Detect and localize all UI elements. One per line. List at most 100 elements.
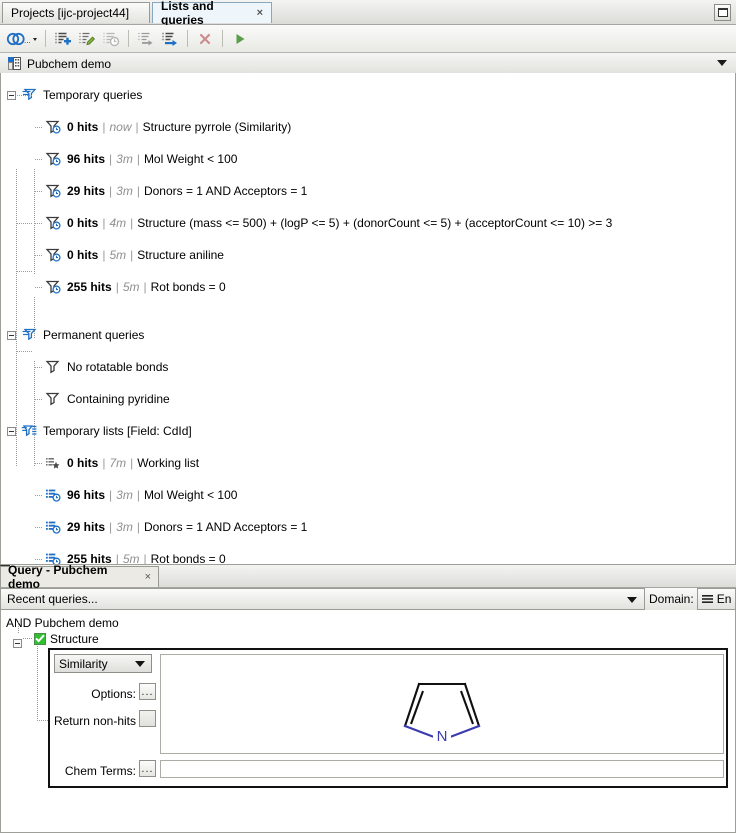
tree-item-age: now (109, 120, 131, 134)
tree-group-temporary-queries[interactable]: Temporary queries (1, 87, 735, 103)
tree-item-separator: | (102, 248, 105, 262)
tree-item-separator: | (109, 184, 112, 198)
minimize-window-button[interactable] (714, 4, 731, 21)
chevron-down-icon[interactable] (717, 60, 727, 66)
tree-item-list[interactable]: 29 hits | 3m | Donors = 1 AND Acceptors … (1, 519, 735, 535)
close-icon[interactable]: × (145, 571, 151, 583)
tree-item-query[interactable]: 255 hits | 5m | Rot bonds = 0 (1, 279, 735, 295)
tree-item-separator: | (102, 216, 105, 230)
collapse-expander-icon[interactable] (7, 427, 16, 436)
structure-node-checkbox[interactable] (34, 632, 46, 646)
tree-item-separator: | (144, 552, 147, 565)
query-builder-body[interactable]: AND Pubchem demo Structure Simil (0, 610, 736, 833)
structure-sketch-pane[interactable]: N (160, 654, 724, 754)
tree-item-query[interactable]: 29 hits | 3m | Donors = 1 AND Acceptors … (1, 183, 735, 199)
run-query-button[interactable] (229, 28, 251, 49)
query-top-bar: Recent queries... Domain: En (0, 588, 736, 611)
tab-lists-and-queries-label: Lists and queries (161, 0, 250, 27)
list-clock-icon (45, 488, 61, 502)
recent-queries-value: Recent queries... (7, 592, 98, 606)
tree-elbow (35, 559, 43, 560)
chem-terms-button[interactable]: ... (139, 760, 156, 777)
tree-item-separator: | (116, 280, 119, 294)
tree-elbow (35, 463, 43, 464)
tree-item-hits: 0 hits (67, 456, 98, 470)
tree-item-label: Rot bonds = 0 (151, 552, 226, 565)
working-list-star-icon (45, 456, 61, 470)
list-edit-icon (78, 31, 96, 47)
tree-item-separator: | (130, 248, 133, 262)
tree-item-query[interactable]: 96 hits | 3m | Mol Weight < 100 (1, 151, 735, 167)
domain-value: En (717, 592, 732, 606)
tree-item-label: Working list (137, 456, 199, 470)
tree-group-temporary-lists[interactable]: Temporary lists [Field: CdId] (1, 423, 735, 439)
new-query-button[interactable] (52, 28, 74, 49)
query-node-expander[interactable] (13, 633, 22, 648)
tree-elbow (35, 495, 43, 496)
tree-elbow (35, 399, 43, 400)
close-icon[interactable]: × (257, 8, 263, 19)
tree-guide (16, 169, 17, 466)
tree-elbow (35, 223, 43, 224)
query-clock-icon (45, 184, 61, 198)
tree-elbow (17, 351, 33, 352)
tree-item-separator: | (130, 456, 133, 470)
hamburger-icon (702, 594, 713, 604)
structure-query-panel: Similarity Options: ... Return non-hits … (48, 648, 728, 788)
delete-button[interactable] (194, 28, 216, 49)
tab-query-pubchem-demo[interactable]: Query - Pubchem demo × (0, 566, 159, 587)
chem-terms-input[interactable] (160, 760, 724, 778)
query-history-button[interactable] (100, 28, 122, 49)
tree-item-query[interactable]: Containing pyridine (1, 391, 735, 407)
return-non-hits-checkbox[interactable] (139, 710, 156, 727)
tree-elbow (17, 95, 33, 96)
tab-projects-label: Projects [ijc-project44] (11, 6, 129, 20)
tree-item-label: Mol Weight < 100 (144, 152, 238, 166)
import-list-button[interactable] (135, 28, 157, 49)
tree-elbow (35, 367, 43, 368)
nitrogen-atom-label: N (437, 728, 448, 745)
structure-node-label: Structure (50, 632, 99, 646)
tree-item-age: 3m (116, 520, 133, 534)
queries-folder-icon (21, 328, 37, 342)
edit-query-button[interactable] (76, 28, 98, 49)
search-type-value: Similarity (59, 657, 108, 671)
tab-lists-and-queries[interactable]: Lists and queries × (152, 2, 272, 23)
tab-projects[interactable]: Projects [ijc-project44] (2, 2, 150, 23)
tree-item-query[interactable]: 0 hits | now | Structure pyrrole (Simila… (1, 119, 735, 135)
tree-item-separator: | (130, 216, 133, 230)
tree-item-separator: | (137, 184, 140, 198)
recent-queries-dropdown[interactable]: Recent queries... (0, 588, 645, 610)
tree-item-list[interactable]: 0 hits | 7m | Working list (1, 455, 735, 471)
options-button[interactable]: ... (139, 683, 156, 700)
collapse-expander-icon[interactable] (7, 331, 16, 340)
lists-and-queries-tree[interactable]: Temporary queries 0 hits | now | (0, 73, 736, 565)
tree-item-separator: | (109, 488, 112, 502)
collapse-expander-icon[interactable] (7, 91, 16, 100)
tree-item-separator: | (102, 456, 105, 470)
domain-dropdown[interactable]: En (697, 588, 736, 610)
tree-item-query[interactable]: No rotatable bonds (1, 359, 735, 375)
query-window: Query - Pubchem demo × Recent queries...… (0, 565, 736, 833)
query-clock-icon (45, 120, 61, 134)
project-header-bar[interactable]: Pubchem demo (0, 53, 736, 75)
tree-group-permanent-queries[interactable]: Permanent queries (1, 327, 735, 343)
tree-item-query[interactable]: 0 hits | 4m | Structure (mass <= 500) + … (1, 215, 735, 231)
tree-item-separator: | (102, 120, 105, 134)
project-title: Pubchem demo (27, 57, 111, 71)
tree-item-label: Rot bonds = 0 (151, 280, 226, 294)
view-toggle-button[interactable]: ... (5, 28, 39, 49)
tree-item-list[interactable]: 96 hits | 3m | Mol Weight < 100 (1, 487, 735, 503)
search-type-dropdown[interactable]: Similarity (54, 654, 152, 673)
domain-label: Domain: (645, 588, 697, 610)
tree-item-hits: 96 hits (67, 488, 105, 502)
tree-item-label: Structure aniline (137, 248, 224, 262)
close-x-icon (197, 31, 213, 47)
tree-elbow (35, 527, 43, 528)
export-list-button[interactable] (159, 28, 181, 49)
tree-item-separator: | (144, 280, 147, 294)
tree-item-separator: | (109, 520, 112, 534)
tree-group-label: Permanent queries (43, 328, 144, 342)
tree-group-label: Temporary lists [Field: CdId] (43, 424, 192, 438)
tree-item-query[interactable]: 0 hits | 5m | Structure aniline (1, 247, 735, 263)
